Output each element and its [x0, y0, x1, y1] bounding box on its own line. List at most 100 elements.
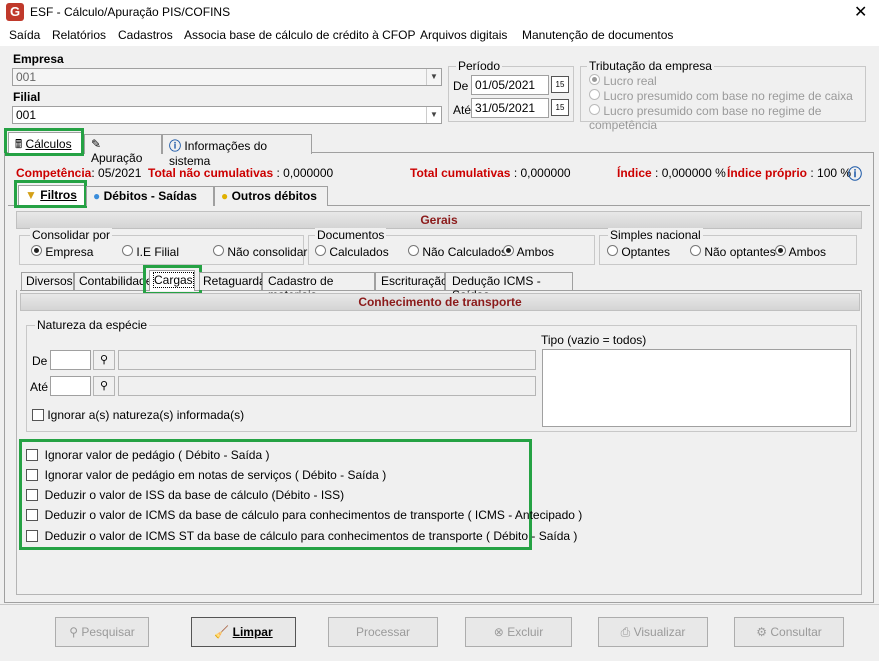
button-label: Limpar [232, 625, 273, 639]
tributacao-option-caixa[interactable]: Lucro presumido com base no regime de ca… [589, 89, 853, 103]
highlight-box [14, 180, 87, 208]
simples-option-ambos[interactable]: Ambos [775, 245, 826, 259]
documentos-option-calculados[interactable]: Calculados [315, 245, 389, 259]
menu-arquivos-digitais[interactable]: Arquivos digitais [420, 28, 507, 42]
limpar-button[interactable]: 🧹 Limpar [191, 617, 296, 647]
periodo-de-input[interactable]: 01/05/2021 [471, 75, 549, 95]
radio-icon [503, 245, 514, 256]
periodo-ate-label: Até [453, 103, 472, 117]
consult-icon: ⚙ [756, 625, 768, 639]
competencia-status: Competência: 05/2021 [16, 166, 141, 180]
tab-informacoes[interactable]: ⓘ Informações do sistema [162, 134, 312, 168]
filial-select[interactable]: 001 ▼ [12, 106, 442, 124]
tc-status: Total cumulativas : 0,000000 [410, 166, 571, 180]
documentos-title: Documentos [315, 228, 387, 242]
close-icon[interactable]: ✕ [854, 2, 867, 22]
visualizar-button[interactable]: ⎙ Visualizar [598, 617, 708, 647]
circle-yellow-icon: ● [221, 189, 229, 203]
empresa-value: 001 [16, 70, 37, 84]
tab-apuracao[interactable]: ✎ Apuração [84, 134, 162, 165]
consolidar-option-empresa[interactable]: Empresa [31, 245, 93, 259]
indice-proprio-status: Índice próprio : 100 % [727, 166, 851, 180]
chevron-down-icon: ▼ [426, 107, 441, 123]
option-label: Ambos [788, 245, 827, 259]
calendar-icon[interactable]: 15 [551, 76, 569, 93]
documentos-option-ambos[interactable]: Ambos [503, 245, 554, 259]
print-icon: ⎙ [620, 625, 631, 639]
radio-icon [589, 89, 600, 100]
highlight-box [4, 128, 84, 156]
button-label: Pesquisar [81, 625, 135, 639]
indice-label: Índice [617, 166, 652, 180]
search-icon: ⚲ [69, 625, 79, 639]
consultar-button[interactable]: ⚙ Consultar [734, 617, 844, 647]
tab-retaguarda[interactable]: Retaguarda [199, 272, 266, 290]
tab-diversos[interactable]: Diversos [21, 272, 74, 290]
tc-value: : 0,000000 [513, 166, 571, 180]
pesquisar-button[interactable]: ⚲ Pesquisar [55, 617, 149, 647]
radio-icon [31, 245, 42, 256]
tab-label: Débitos - Saídas [103, 189, 197, 203]
option-label: Empresa [45, 245, 94, 259]
gerais-header: Gerais [16, 211, 862, 229]
indice-proprio-value: : 100 % [810, 166, 852, 180]
tnc-value: : 0,000000 [276, 166, 334, 180]
simples-title: Simples nacional [608, 228, 703, 242]
menu-saida[interactable]: Saída [9, 28, 40, 42]
pen-icon: ✎ [91, 137, 102, 151]
documentos-option-nao-calculados[interactable]: Não Calculados [408, 245, 507, 259]
delete-icon: ⊗ [493, 625, 504, 639]
circle-blue-icon: ● [93, 189, 101, 203]
radio-icon [122, 245, 133, 256]
filial-value: 001 [16, 108, 37, 122]
option-label: Não consolidar [227, 245, 308, 259]
processar-button[interactable]: Processar [328, 617, 438, 647]
tributacao-option-lucro-real[interactable]: Lucro real [589, 74, 657, 88]
calendar-icon[interactable]: 15 [551, 99, 569, 116]
menu-associa-base[interactable]: Associa base de cálculo de crédito à CFO… [184, 28, 415, 42]
cargas-panel [16, 290, 862, 595]
menu-manutencao-documentos[interactable]: Manutenção de documentos [522, 28, 673, 42]
tributacao-option-competencia[interactable]: Lucro presumido com base no regime de co… [589, 104, 879, 132]
chevron-down-icon: ▼ [426, 69, 441, 85]
broom-icon: 🧹 [214, 625, 230, 639]
button-label: Consultar [770, 625, 822, 639]
simples-option-nao-optantes[interactable]: Não optantes [690, 245, 776, 259]
radio-icon [589, 104, 600, 115]
option-label: Calculados [329, 245, 389, 259]
simples-option-optantes[interactable]: Optantes [607, 245, 670, 259]
app-logo: G [6, 3, 24, 21]
info-icon[interactable]: ⓘ [848, 164, 862, 184]
menu-cadastros[interactable]: Cadastros [118, 28, 173, 42]
competencia-value: : 05/2021 [91, 166, 142, 180]
tab-debitos-saidas[interactable]: ● Débitos - Saídas [86, 186, 214, 206]
radio-icon [607, 245, 618, 256]
option-label: Não Calculados [422, 245, 508, 259]
radio-icon [315, 245, 326, 256]
competencia-label: Competência [16, 166, 92, 180]
tributacao-title: Tributação da empresa [587, 59, 714, 73]
window-title: ESF - Cálculo/Apuração PIS/COFINS [30, 5, 231, 19]
tab-outros-debitos[interactable]: ● Outros débitos [214, 186, 328, 206]
tab-cadastro-materiais[interactable]: Cadastro de materiais [262, 272, 375, 302]
tab-escrituracao[interactable]: Escrituração [375, 272, 448, 290]
button-label: Visualizar [633, 625, 686, 639]
tc-label: Total cumulativas [410, 166, 511, 180]
consolidar-title: Consolidar por [30, 228, 113, 242]
periodo-ate-input[interactable]: 31/05/2021 [471, 98, 549, 118]
option-label: Ambos [516, 245, 555, 259]
radio-icon [213, 245, 224, 256]
consolidar-option-nao[interactable]: Não consolidar [213, 245, 307, 259]
consolidar-option-ie-filial[interactable]: I.E Filial [122, 245, 179, 259]
tab-deducao-icms[interactable]: Dedução ICMS - Saídas [445, 272, 573, 302]
info-icon: ⓘ [169, 139, 182, 153]
empresa-label: Empresa [13, 52, 64, 66]
excluir-button[interactable]: ⊗ Excluir [465, 617, 572, 647]
empresa-select[interactable]: 001 ▼ [12, 68, 442, 86]
tab-label: Outros débitos [231, 189, 317, 203]
tab-contabilidade[interactable]: Contabilidade [74, 272, 152, 290]
menu-relatorios[interactable]: Relatórios [52, 28, 106, 42]
indice-status: Índice : 0,000000 % [617, 166, 726, 180]
periodo-title: Período [456, 59, 503, 73]
button-label: Excluir [507, 625, 544, 639]
